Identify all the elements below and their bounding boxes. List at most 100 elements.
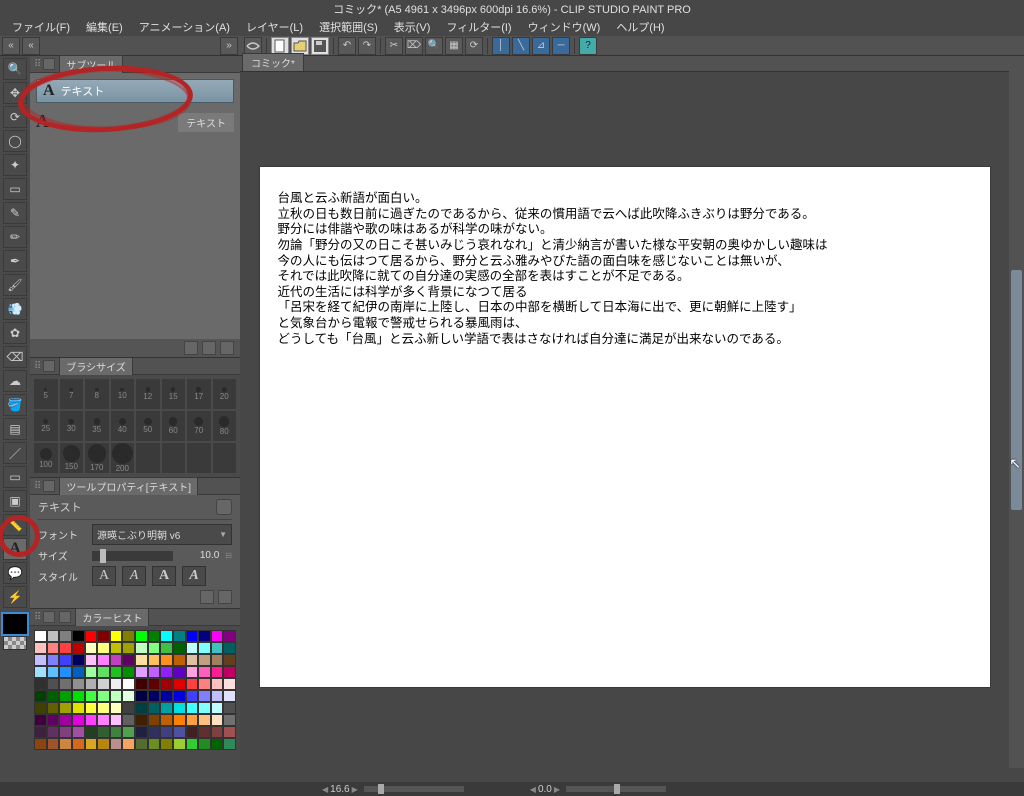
- brush-size-cell[interactable]: 35: [85, 411, 109, 441]
- color-swatch[interactable]: [110, 738, 123, 750]
- tool-ruler[interactable]: 📏: [3, 514, 27, 536]
- brush-size-cell[interactable]: 200: [111, 443, 135, 473]
- colorhist-tab[interactable]: カラーヒスト: [75, 608, 149, 627]
- color-swatch[interactable]: [148, 690, 161, 702]
- menu-edit[interactable]: 編集(E): [78, 17, 131, 37]
- color-swatch[interactable]: [34, 678, 47, 690]
- color-swatch[interactable]: [85, 642, 98, 654]
- color-swatch[interactable]: [173, 666, 186, 678]
- tool-eyedropper[interactable]: ✎: [3, 202, 27, 224]
- color-swatch[interactable]: [72, 738, 85, 750]
- help-icon[interactable]: ?: [579, 37, 597, 55]
- color-swatch[interactable]: [173, 690, 186, 702]
- tool-wand[interactable]: ✦: [3, 154, 27, 176]
- color-swatch[interactable]: [173, 726, 186, 738]
- brushsize-menu-icon[interactable]: [43, 360, 55, 372]
- color-swatch[interactable]: [211, 630, 224, 642]
- color-swatch[interactable]: [34, 738, 47, 750]
- color-swatch[interactable]: [135, 654, 148, 666]
- color-swatch[interactable]: [135, 678, 148, 690]
- brush-size-cell[interactable]: [213, 443, 237, 473]
- color-swatch[interactable]: [47, 666, 60, 678]
- color-swatch[interactable]: [72, 666, 85, 678]
- color-swatch[interactable]: [122, 738, 135, 750]
- brush-size-cell[interactable]: 10: [111, 379, 135, 409]
- color-swatch[interactable]: [186, 666, 199, 678]
- save-file-icon[interactable]: [311, 37, 329, 55]
- color-swatch[interactable]: [110, 642, 123, 654]
- color-swatch[interactable]: [47, 630, 60, 642]
- color-swatch[interactable]: [97, 714, 110, 726]
- colorhist-menu-icon[interactable]: [43, 611, 55, 623]
- color-swatch[interactable]: [198, 726, 211, 738]
- color-swatch[interactable]: [186, 642, 199, 654]
- brush-size-cell[interactable]: 15: [162, 379, 186, 409]
- clipstudio-icon[interactable]: [244, 37, 262, 55]
- color-swatch[interactable]: [198, 702, 211, 714]
- color-swatch[interactable]: [110, 678, 123, 690]
- color-swatch[interactable]: [173, 714, 186, 726]
- rotate-icon[interactable]: ⟳: [465, 37, 483, 55]
- grip-icon[interactable]: ⠿: [34, 612, 39, 623]
- color-swatch[interactable]: [47, 738, 60, 750]
- color-swatch[interactable]: [211, 642, 224, 654]
- tool-pen[interactable]: ✒: [3, 250, 27, 272]
- brush-size-cell[interactable]: 40: [111, 411, 135, 441]
- color-swatch[interactable]: [160, 726, 173, 738]
- color-swatch[interactable]: [110, 714, 123, 726]
- brush-size-cell[interactable]: [187, 443, 211, 473]
- brush-size-cell[interactable]: 17: [187, 379, 211, 409]
- color-swatch[interactable]: [160, 690, 173, 702]
- style-italic-button[interactable]: A: [122, 566, 146, 586]
- color-swatch[interactable]: [110, 654, 123, 666]
- tool-zoom[interactable]: 🔍: [3, 58, 27, 80]
- brush-size-cell[interactable]: 5: [34, 379, 58, 409]
- color-swatch[interactable]: [59, 690, 72, 702]
- menu-selection[interactable]: 選択範囲(S): [311, 17, 386, 37]
- open-file-icon[interactable]: [291, 37, 309, 55]
- foreground-color-well[interactable]: [3, 614, 27, 634]
- color-swatch[interactable]: [59, 630, 72, 642]
- color-swatch[interactable]: [186, 738, 199, 750]
- menu-window[interactable]: ウィンドウ(W): [520, 17, 609, 37]
- color-swatch[interactable]: [85, 690, 98, 702]
- color-swatch[interactable]: [34, 666, 47, 678]
- menu-help[interactable]: ヘルプ(H): [608, 17, 672, 37]
- color-swatch[interactable]: [72, 654, 85, 666]
- color-swatch[interactable]: [198, 642, 211, 654]
- color-swatch[interactable]: [122, 630, 135, 642]
- color-swatch[interactable]: [160, 630, 173, 642]
- preview-eye-icon[interactable]: [216, 499, 232, 515]
- tool-shape-line[interactable]: ／: [3, 442, 27, 464]
- tool-brush[interactable]: 🖌: [3, 274, 27, 296]
- color-swatch[interactable]: [135, 642, 148, 654]
- tool-marquee-rect[interactable]: ▭: [3, 178, 27, 200]
- color-swatch[interactable]: [148, 702, 161, 714]
- toolprop-wrench-icon[interactable]: [218, 590, 232, 604]
- color-swatch[interactable]: [34, 702, 47, 714]
- color-swatch[interactable]: [59, 738, 72, 750]
- color-swatch[interactable]: [135, 702, 148, 714]
- color-swatch[interactable]: [34, 714, 47, 726]
- color-swatch[interactable]: [122, 726, 135, 738]
- color-swatch[interactable]: [198, 714, 211, 726]
- rot-inc-icon[interactable]: ▶: [554, 785, 560, 794]
- tool-fill[interactable]: 🪣: [3, 394, 27, 416]
- tool-balloon[interactable]: 💬: [3, 562, 27, 584]
- zoom-dec-icon[interactable]: ◀: [322, 785, 328, 794]
- color-swatch[interactable]: [135, 714, 148, 726]
- color-swatch[interactable]: [59, 654, 72, 666]
- menu-view[interactable]: 表示(V): [386, 17, 439, 37]
- color-swatch[interactable]: [148, 738, 161, 750]
- scrollbar-thumb[interactable]: [1011, 270, 1022, 510]
- color-swatch[interactable]: [47, 714, 60, 726]
- color-swatch[interactable]: [85, 654, 98, 666]
- color-swatch[interactable]: [211, 702, 224, 714]
- color-swatch[interactable]: [223, 738, 236, 750]
- color-swatch[interactable]: [122, 666, 135, 678]
- color-swatch[interactable]: [173, 630, 186, 642]
- redo-icon[interactable]: ↷: [358, 37, 376, 55]
- color-swatch[interactable]: [173, 654, 186, 666]
- color-swatch[interactable]: [173, 678, 186, 690]
- color-swatch[interactable]: [148, 678, 161, 690]
